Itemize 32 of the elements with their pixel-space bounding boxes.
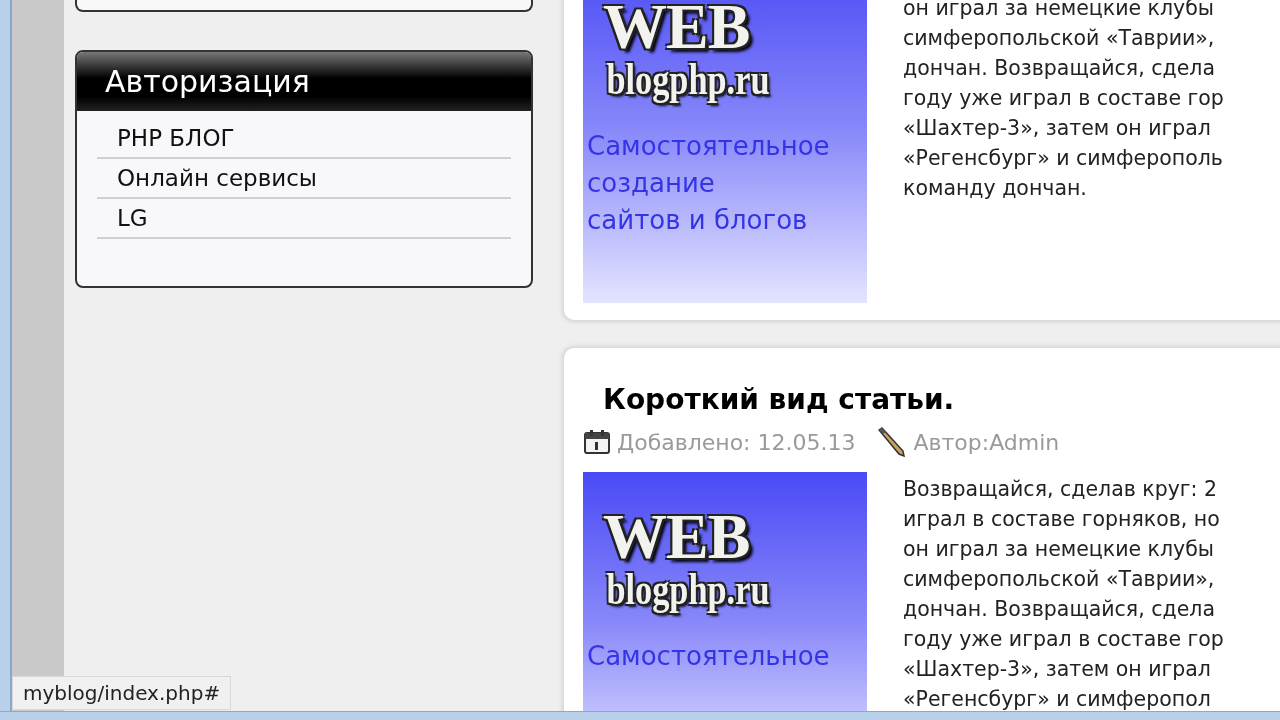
banner-subtitle: blogphp.ru (605, 56, 770, 104)
status-url: myblog/index.php# (12, 676, 232, 710)
article-text-line: «Регенсбург» и симферопол (903, 686, 1211, 713)
article-text-line: Возвращайся, сделав круг: 2 (903, 476, 1218, 503)
pencil-icon (875, 427, 908, 457)
article-text-line: команду дончан. (903, 175, 1087, 202)
sidebar-link[interactable]: PHP БЛОГ (97, 119, 511, 159)
banner-tagline: Самостоятельное (586, 640, 830, 673)
banner-subtitle: blogphp.ru (605, 566, 770, 614)
article-text-line: играл в составе горняков, но (903, 506, 1220, 533)
banner-tagline: Самостоятельное (586, 130, 830, 163)
article-text-line: дончан. Возвращайся, сдела (903, 55, 1215, 82)
article-text-line: «Регенсбург» и симферополь (903, 145, 1223, 172)
article-text-line: дончан. Возвращайся, сдела (903, 596, 1215, 623)
banner-title: WEB (602, 0, 750, 56)
panel-title: Авторизация (105, 64, 310, 99)
article-text-line: «Шахтер-3», затем он играл (903, 656, 1211, 683)
sidebar-link[interactable]: LG (97, 199, 511, 239)
article-text-line: симферопольской «Таврии», (903, 566, 1215, 593)
article-author: Автор:Admin (913, 429, 1060, 455)
article-text-line: симферопольской «Таврии», (903, 25, 1215, 52)
article-title: Короткий вид статьи. (603, 382, 956, 418)
sidebar-link[interactable]: Онлайн сервисы (97, 159, 511, 199)
banner-tagline: создание (586, 167, 715, 200)
calendar-icon (583, 429, 611, 455)
article-text-line: году уже играл в составе гор (903, 626, 1224, 653)
banner-title: WEB (602, 508, 750, 566)
article-text-line: году уже играл в составе гор (903, 85, 1224, 112)
article-date: Добавлено: 12.05.13 (617, 429, 856, 455)
article-text-line: он играл за немецкие клубы (903, 536, 1215, 563)
article-text-line: «Шахтер-3», затем он играл (903, 115, 1211, 142)
banner-tagline: сайтов и блогов (586, 204, 808, 237)
